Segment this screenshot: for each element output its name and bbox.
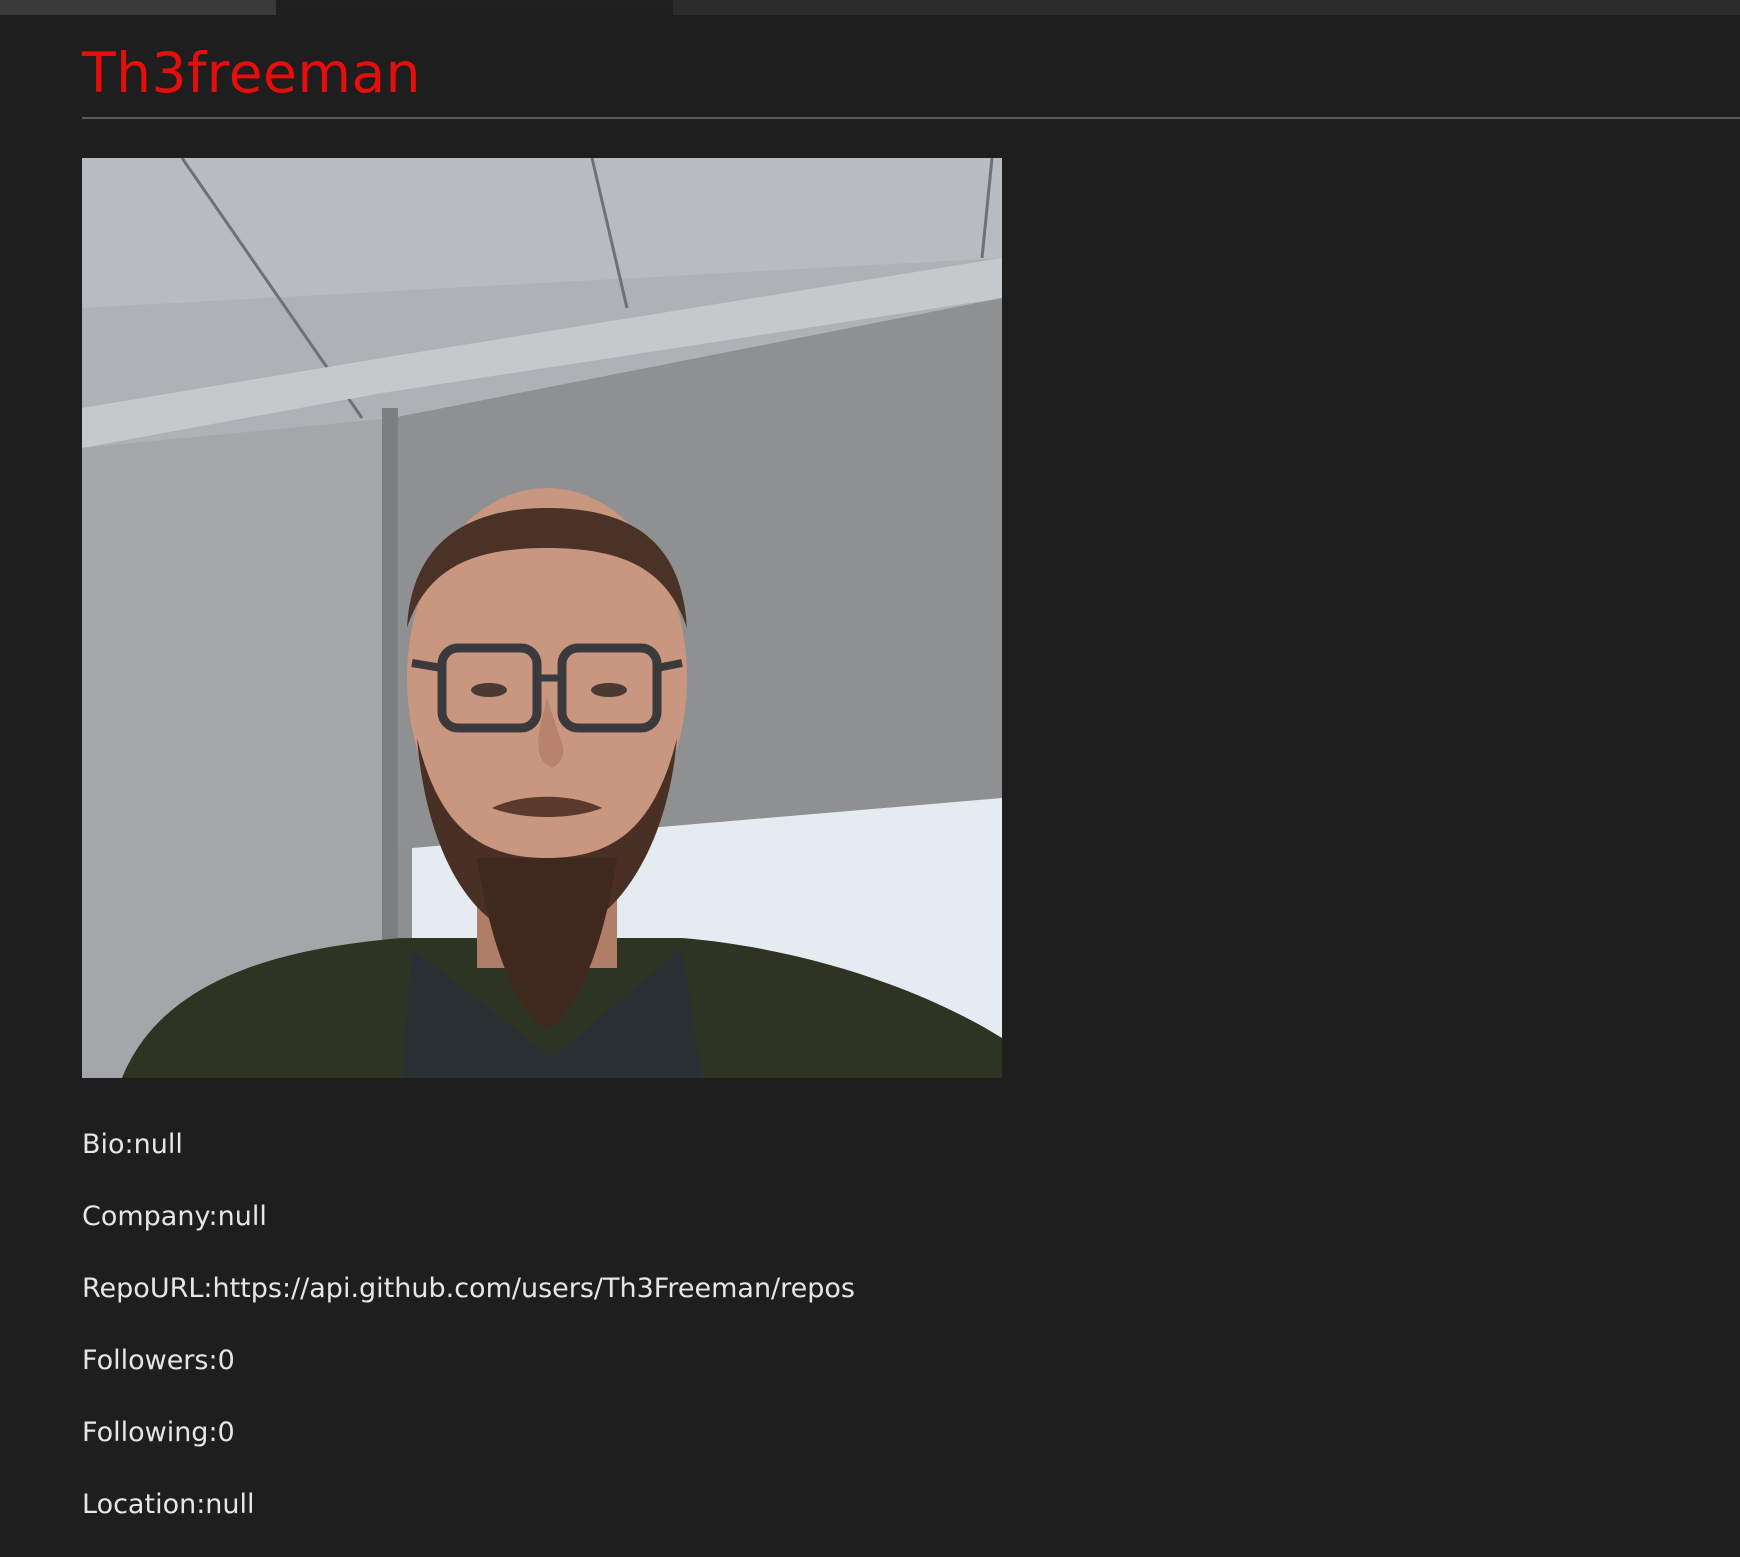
profile-avatar: [82, 158, 1002, 1078]
bio-value: null: [133, 1129, 183, 1160]
header-divider: [82, 117, 1740, 119]
location-value: null: [205, 1489, 255, 1520]
avatar-photo: [82, 158, 1002, 1078]
following-value: 0: [217, 1417, 235, 1448]
followers-row: Followers:0: [82, 1341, 855, 1413]
repo-url-label: RepoURL:: [82, 1273, 213, 1304]
profile-username: Th3freeman: [82, 41, 422, 105]
profile-page: Th3freeman Bio:null Company:null RepoURL…: [82, 15, 1740, 1520]
browser-tab-active[interactable]: [276, 0, 673, 15]
company-value: null: [217, 1201, 267, 1232]
location-label: Location:: [82, 1489, 206, 1520]
browser-tab-strip-empty: [673, 0, 1740, 15]
bio-row: Bio:null: [82, 1125, 855, 1197]
company-label: Company:: [82, 1201, 218, 1232]
location-row: Location:null: [82, 1485, 855, 1557]
followers-label: Followers:: [82, 1345, 218, 1376]
repo-url-value: https://api.github.com/users/Th3Freeman/…: [212, 1273, 855, 1304]
following-label: Following:: [82, 1417, 218, 1448]
company-row: Company:null: [82, 1197, 855, 1269]
repo-url-row: RepoURL:https://api.github.com/users/Th3…: [82, 1269, 855, 1341]
browser-tab-strip: [0, 0, 1740, 15]
following-row: Following:0: [82, 1413, 855, 1485]
profile-info-list: Bio:null Company:null RepoURL:https://ap…: [82, 1125, 855, 1557]
bio-label: Bio:: [82, 1129, 134, 1160]
followers-value: 0: [217, 1345, 235, 1376]
browser-tab[interactable]: [0, 0, 276, 15]
